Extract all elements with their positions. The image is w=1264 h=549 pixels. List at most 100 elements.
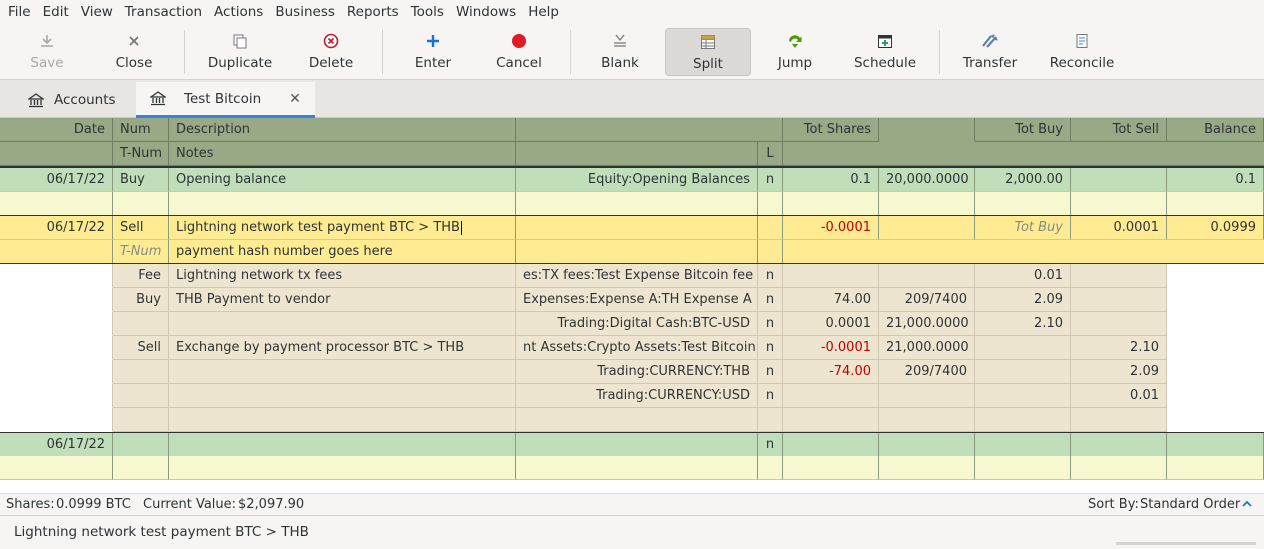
notes-cell[interactable]: payment hash number goes here	[169, 240, 516, 264]
split-price-cell[interactable]: 21,000.0000	[879, 336, 975, 360]
save-button[interactable]: Save	[22, 28, 72, 76]
split-action-cell[interactable]	[113, 312, 169, 336]
shares-cell[interactable]: -0.0001	[783, 216, 879, 240]
menu-actions[interactable]: Actions	[208, 0, 269, 24]
split-reconcile-cell[interactable]: n	[758, 264, 783, 288]
reconcile-button[interactable]: Reconcile	[1048, 28, 1116, 76]
menu-reports[interactable]: Reports	[341, 0, 405, 24]
date-cell[interactable]: 06/17/22	[0, 433, 113, 457]
split-memo-cell[interactable]: THB Payment to vendor	[169, 288, 516, 312]
split-amount-cell[interactable]: -0.0001	[783, 336, 879, 360]
menu-file[interactable]: File	[2, 0, 37, 24]
split-sell-cell[interactable]	[1071, 288, 1167, 312]
blank-notes-row[interactable]	[0, 456, 1264, 480]
split-buy-cell[interactable]: 2.10	[975, 312, 1071, 336]
split-reconcile-cell[interactable]: n	[758, 384, 783, 408]
split-sell-cell[interactable]	[1071, 264, 1167, 288]
split-reconcile-cell[interactable]	[758, 408, 783, 432]
reconcile-cell[interactable]: n	[758, 433, 783, 457]
menu-view[interactable]: View	[75, 0, 119, 24]
enter-button[interactable]: Enter	[404, 28, 462, 76]
menu-business[interactable]: Business	[269, 0, 341, 24]
split-account-cell[interactable]: Expenses:Expense A:TH Expense A	[516, 288, 758, 312]
split-row[interactable]: Trading:Digital Cash:BTC-USD n 0.0001 21,00…	[0, 312, 1264, 336]
tnum-cell[interactable]: T-Num	[113, 240, 169, 264]
split-row[interactable]: Trading:CURRENCY:THB n -74.00 209/7400 2.09	[0, 360, 1264, 384]
menu-tools[interactable]: Tools	[405, 0, 450, 24]
reconcile-cell[interactable]: n	[758, 168, 783, 192]
tab-accounts[interactable]: Accounts	[0, 82, 136, 118]
current-notes-row[interactable]: T-Num payment hash number goes here	[0, 240, 1264, 264]
reconcile-cell[interactable]	[758, 216, 783, 240]
delete-button[interactable]: Delete	[300, 28, 362, 76]
split-row[interactable]: Trading:CURRENCY:USD n 0.01	[0, 384, 1264, 408]
split-reconcile-cell[interactable]: n	[758, 288, 783, 312]
date-cell[interactable]: 06/17/22	[0, 216, 113, 240]
split-row[interactable]: Sell Exchange by payment processor BTC > …	[0, 336, 1264, 360]
split-sell-cell[interactable]: 0.01	[1071, 384, 1167, 408]
transfer-cell[interactable]	[516, 216, 758, 240]
split-account-cell[interactable]: es:TX fees:Test Expense Bitcoin fee	[516, 264, 758, 288]
split-row[interactable]: Fee Lightning network tx fees es:TX fees:T…	[0, 264, 1264, 288]
split-memo-cell[interactable]	[169, 360, 516, 384]
transfer-cell[interactable]	[516, 433, 758, 457]
split-action-cell[interactable]: Buy	[113, 288, 169, 312]
split-buy-cell[interactable]	[975, 336, 1071, 360]
split-buy-cell[interactable]: 0.01	[975, 264, 1071, 288]
split-account-cell[interactable]	[516, 408, 758, 432]
sell-cell[interactable]: 0.0001	[1071, 216, 1167, 240]
split-amount-cell[interactable]	[783, 408, 879, 432]
split-memo-cell[interactable]: Exchange by payment processor BTC > THB	[169, 336, 516, 360]
duplicate-button[interactable]: Duplicate	[202, 28, 278, 76]
split-amount-cell[interactable]	[783, 264, 879, 288]
menu-help[interactable]: Help	[522, 0, 565, 24]
split-price-cell[interactable]	[879, 408, 975, 432]
split-action-cell[interactable]	[113, 360, 169, 384]
transaction-row[interactable]: 06/17/22 Buy Opening balance Equity:Open…	[0, 168, 1264, 192]
price-cell[interactable]: 20,000.0000	[879, 168, 975, 192]
menu-edit[interactable]: Edit	[37, 0, 75, 24]
menu-transaction[interactable]: Transaction	[119, 0, 208, 24]
split-amount-cell[interactable]: -74.00	[783, 360, 879, 384]
split-account-cell[interactable]: nt Assets:Crypto Assets:Test Bitcoin	[516, 336, 758, 360]
split-reconcile-cell[interactable]: n	[758, 312, 783, 336]
split-reconcile-cell[interactable]: n	[758, 336, 783, 360]
description-cell[interactable]: Lightning network test payment BTC > THB	[169, 216, 516, 240]
split-memo-cell[interactable]: Lightning network tx fees	[169, 264, 516, 288]
split-account-cell[interactable]: Trading:CURRENCY:USD	[516, 384, 758, 408]
jump-button[interactable]: Jump	[770, 28, 820, 76]
split-account-cell[interactable]: Trading:Digital Cash:BTC-USD	[516, 312, 758, 336]
buy-cell[interactable]: Tot Buy	[975, 216, 1071, 240]
split-price-cell[interactable]	[879, 264, 975, 288]
split-buy-cell[interactable]: 2.09	[975, 288, 1071, 312]
split-price-cell[interactable]: 21,000.0000	[879, 312, 975, 336]
split-buy-cell[interactable]	[975, 384, 1071, 408]
shares-cell[interactable]: 0.1	[783, 168, 879, 192]
num-cell[interactable]	[113, 433, 169, 457]
split-memo-cell[interactable]	[169, 312, 516, 336]
blank-transaction-row[interactable]: 06/17/22 n	[0, 432, 1264, 457]
split-sell-cell[interactable]	[1071, 408, 1167, 432]
description-cell[interactable]	[169, 433, 516, 457]
split-row[interactable]	[0, 408, 1264, 432]
transfer-cell[interactable]: Equity:Opening Balances	[516, 168, 758, 192]
price-cell[interactable]	[879, 216, 975, 240]
split-account-cell[interactable]: Trading:CURRENCY:THB	[516, 360, 758, 384]
buy-cell[interactable]: 2,000.00	[975, 168, 1071, 192]
tab-close-icon[interactable]: ✕	[289, 91, 301, 107]
split-sell-cell[interactable]: 2.10	[1071, 336, 1167, 360]
split-memo-cell[interactable]	[169, 384, 516, 408]
sort-order-select[interactable]: Standard Order	[1140, 494, 1240, 516]
split-buy-cell[interactable]	[975, 360, 1071, 384]
num-cell[interactable]: Buy	[113, 168, 169, 192]
tab-test-bitcoin[interactable]: Test Bitcoin ✕	[136, 82, 315, 118]
split-amount-cell[interactable]: 74.00	[783, 288, 879, 312]
menu-windows[interactable]: Windows	[450, 0, 522, 24]
split-amount-cell[interactable]: 0.0001	[783, 312, 879, 336]
split-price-cell[interactable]: 209/7400	[879, 360, 975, 384]
split-memo-cell[interactable]	[169, 408, 516, 432]
blank-button[interactable]: Blank	[592, 28, 648, 76]
sell-cell[interactable]	[1071, 168, 1167, 192]
current-transaction-row[interactable]: 06/17/22 Sell Lightning network test pay…	[0, 216, 1264, 240]
transfer-button[interactable]: Transfer	[958, 28, 1022, 76]
